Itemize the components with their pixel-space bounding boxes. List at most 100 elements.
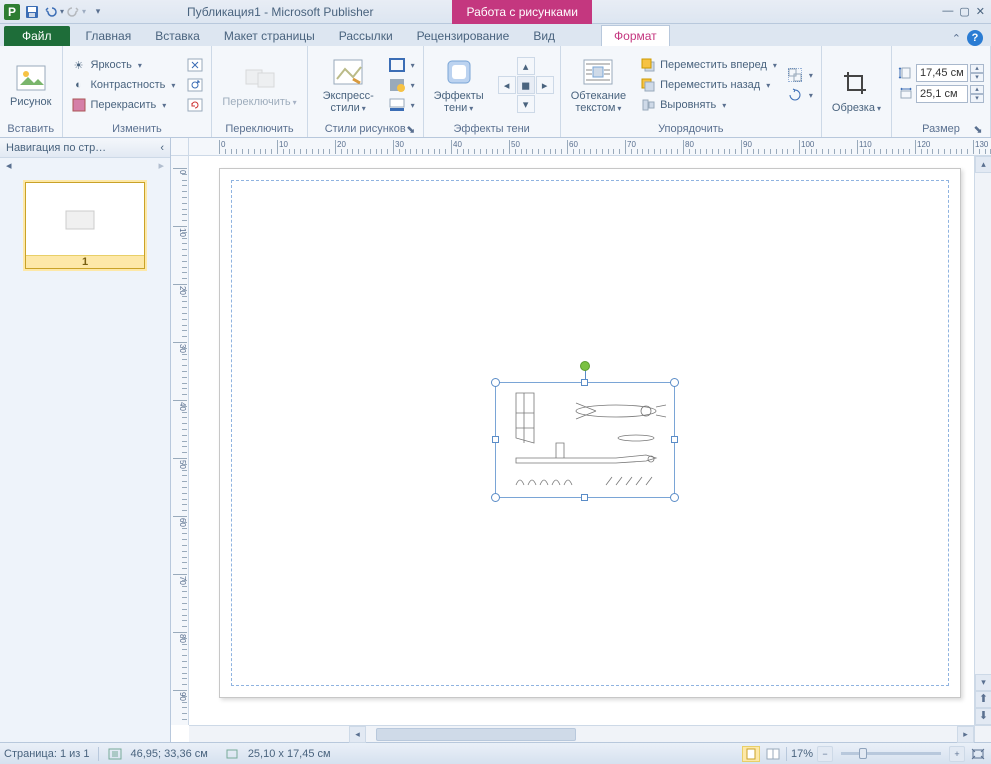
- picture-caption-button[interactable]: [387, 96, 417, 114]
- send-backward-button[interactable]: Переместить назад: [638, 76, 779, 94]
- group-button[interactable]: [785, 66, 815, 84]
- send-backward-icon: [640, 77, 656, 93]
- express-styles-button[interactable]: Экспресс-стили: [314, 54, 383, 117]
- scroll-left-button[interactable]: ◂: [349, 726, 366, 743]
- rotate-icon: [787, 87, 803, 103]
- shadow-nudge-right[interactable]: ▸: [536, 76, 554, 94]
- vertical-scrollbar[interactable]: ▴ ▾ ⬆ ⬇: [974, 156, 991, 725]
- status-zoom-value[interactable]: 17%: [791, 748, 813, 760]
- next-page-button[interactable]: ⬇: [975, 708, 991, 725]
- tab-page-layout[interactable]: Макет страницы: [212, 26, 327, 46]
- reset-icon: [187, 97, 203, 113]
- resize-handle-tm[interactable]: [581, 379, 588, 386]
- canvas-area: 0102030405060708090100110120130 01020304…: [171, 138, 991, 742]
- bring-forward-icon: [640, 57, 656, 73]
- height-down[interactable]: ▾: [970, 73, 984, 82]
- qat-redo-button[interactable]: [66, 2, 86, 22]
- change-picture-button[interactable]: [185, 76, 205, 94]
- scroll-thumb[interactable]: [376, 728, 576, 741]
- resize-handle-ml[interactable]: [492, 436, 499, 443]
- tab-insert[interactable]: Вставка: [143, 26, 212, 46]
- picture-shape-button[interactable]: [387, 76, 417, 94]
- shadow-toggle[interactable]: ◼: [517, 76, 535, 94]
- zoom-in-button[interactable]: +: [949, 746, 965, 762]
- shadow-nudge-up[interactable]: ▴: [517, 57, 535, 75]
- swap-icon: [244, 62, 276, 94]
- scroll-down-button[interactable]: ▾: [975, 674, 991, 691]
- resize-handle-bl[interactable]: [491, 493, 500, 502]
- qat-customize-button[interactable]: ▾: [88, 2, 108, 22]
- tab-review[interactable]: Рецензирование: [405, 26, 522, 46]
- fit-page-button[interactable]: [969, 746, 987, 762]
- height-up[interactable]: ▴: [970, 64, 984, 73]
- resize-handle-tl[interactable]: [491, 378, 500, 387]
- tab-view[interactable]: Вид: [521, 26, 567, 46]
- align-button[interactable]: Выровнять: [638, 96, 779, 114]
- close-button[interactable]: ✕: [976, 5, 985, 18]
- horizontal-scrollbar[interactable]: ◂ ▸: [189, 725, 974, 742]
- change-picture-icon: [187, 77, 203, 93]
- status-page-info[interactable]: Страница: 1 из 1: [4, 748, 90, 760]
- ribbon: Рисунок Вставить ☀Яркость ◐Контрастность…: [0, 46, 991, 138]
- ribbon-minimize-icon[interactable]: ⌃: [952, 32, 961, 45]
- shadow-nudge-left[interactable]: ◂: [498, 76, 516, 94]
- bring-forward-button[interactable]: Переместить вперед: [638, 56, 779, 74]
- height-input[interactable]: [916, 64, 968, 82]
- rotate-handle[interactable]: [580, 361, 590, 371]
- styles-icon: [332, 56, 364, 88]
- horizontal-ruler[interactable]: 0102030405060708090100110120130: [189, 138, 991, 156]
- resize-handle-br[interactable]: [670, 493, 679, 502]
- publication-page[interactable]: [219, 168, 961, 698]
- minimize-button[interactable]: —: [942, 5, 953, 18]
- file-tab[interactable]: Файл: [4, 26, 70, 46]
- selected-picture[interactable]: [495, 382, 675, 498]
- resize-handle-tr[interactable]: [670, 378, 679, 387]
- page-thumbnail[interactable]: 1: [25, 182, 145, 269]
- zoom-slider[interactable]: [841, 752, 941, 755]
- tab-format[interactable]: Формат: [601, 25, 670, 46]
- compress-pictures-button[interactable]: [185, 56, 205, 74]
- insert-picture-button[interactable]: Рисунок: [6, 60, 56, 110]
- scroll-right-button[interactable]: ▸: [957, 726, 974, 743]
- brightness-button[interactable]: ☀Яркость: [69, 56, 178, 74]
- dialog-launcher-icon[interactable]: ⬊: [405, 123, 417, 135]
- group-insert-label: Вставить: [6, 122, 56, 135]
- zoom-slider-thumb[interactable]: [859, 748, 867, 759]
- shadow-nudge-down[interactable]: ▾: [517, 95, 535, 113]
- resize-handle-mr[interactable]: [671, 436, 678, 443]
- shadow-icon: [443, 56, 475, 88]
- dialog-launcher-icon[interactable]: ⬊: [972, 123, 984, 135]
- zoom-out-button[interactable]: −: [817, 746, 833, 762]
- view-two-page-button[interactable]: [764, 746, 782, 762]
- title-bar: P ▾ Публикация1 - Microsoft Publisher Ра…: [0, 0, 991, 24]
- qat-undo-button[interactable]: [44, 2, 64, 22]
- width-down[interactable]: ▾: [970, 94, 984, 103]
- scroll-up-button[interactable]: ▴: [975, 156, 991, 173]
- resize-handle-bm[interactable]: [581, 494, 588, 501]
- group-adjust-label: Изменить: [69, 122, 206, 135]
- width-input[interactable]: [916, 85, 968, 103]
- view-single-page-button[interactable]: [742, 746, 760, 762]
- crop-button[interactable]: Обрезка: [828, 66, 885, 117]
- canvas-viewport[interactable]: [189, 156, 974, 725]
- nav-prev-icon[interactable]: ◂: [6, 159, 12, 172]
- qat-save-button[interactable]: [22, 2, 42, 22]
- width-up[interactable]: ▴: [970, 85, 984, 94]
- wrap-text-button[interactable]: Обтекание текстом: [567, 54, 630, 117]
- position-icon: [107, 746, 123, 762]
- rotate-button[interactable]: [785, 86, 815, 104]
- shadow-effects-button[interactable]: Эффекты тени: [430, 54, 488, 117]
- reset-picture-button[interactable]: [185, 96, 205, 114]
- nav-next-icon[interactable]: ▸: [158, 159, 164, 172]
- nav-collapse-button[interactable]: ‹: [160, 142, 164, 154]
- tab-mailings[interactable]: Рассылки: [327, 26, 405, 46]
- recolor-button[interactable]: Перекрасить: [69, 96, 178, 114]
- help-icon[interactable]: ?: [967, 30, 983, 46]
- prev-page-button[interactable]: ⬆: [975, 691, 991, 708]
- maximize-button[interactable]: ▢: [959, 5, 969, 18]
- app-icon: P: [4, 4, 20, 20]
- tab-home[interactable]: Главная: [74, 26, 144, 46]
- contrast-button[interactable]: ◐Контрастность: [69, 76, 178, 94]
- vertical-ruler[interactable]: 0102030405060708090100: [171, 156, 189, 725]
- picture-border-button[interactable]: [387, 56, 417, 74]
